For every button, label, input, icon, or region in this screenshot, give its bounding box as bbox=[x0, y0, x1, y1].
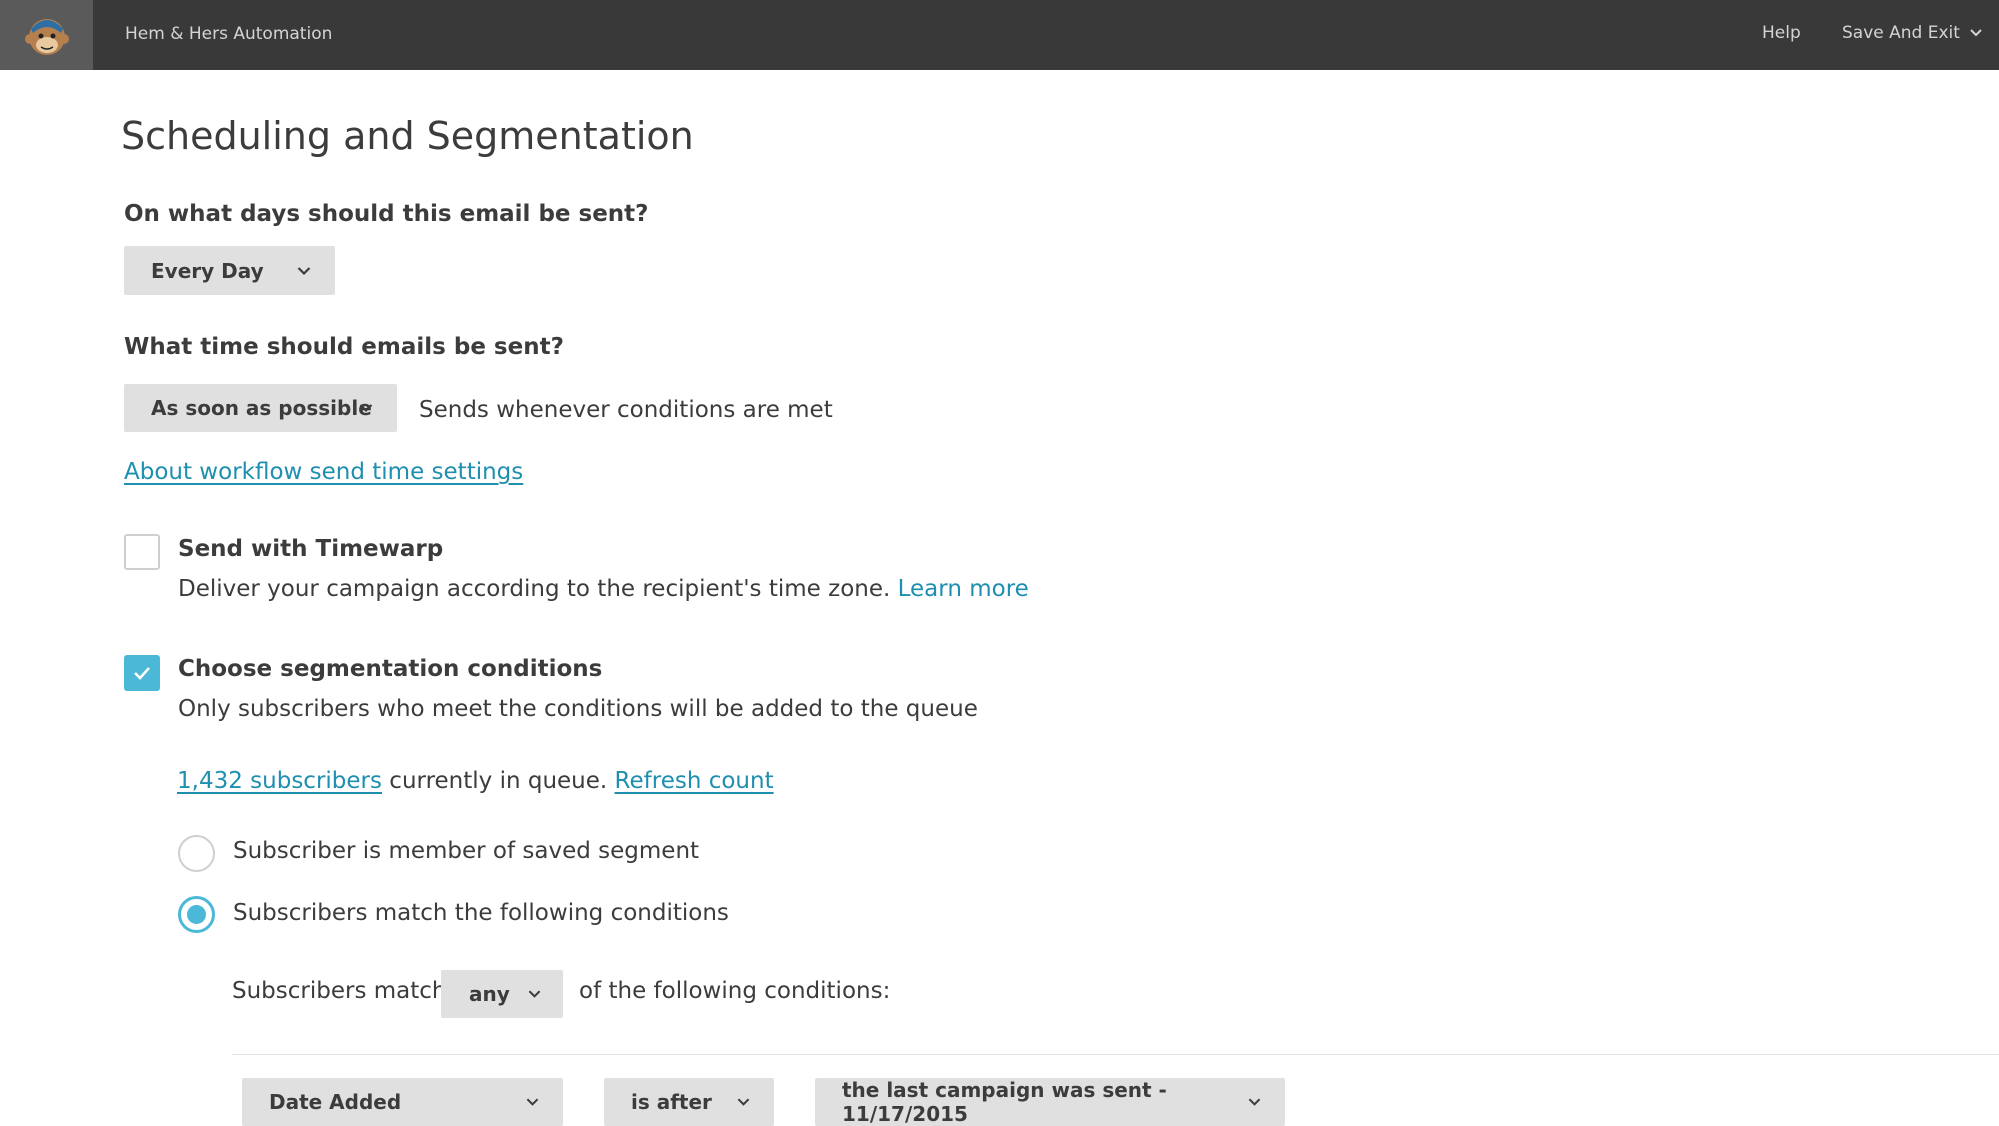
time-description: Sends whenever conditions are met bbox=[419, 397, 833, 423]
chevron-down-icon bbox=[528, 990, 541, 998]
conditions-divider bbox=[232, 1054, 1999, 1055]
refresh-count-link[interactable]: Refresh count bbox=[615, 768, 774, 794]
timewarp-description-row: Deliver your campaign according to the r… bbox=[178, 576, 1029, 602]
timewarp-description: Deliver your campaign according to the r… bbox=[178, 576, 891, 602]
segmentation-checkbox[interactable] bbox=[124, 655, 160, 691]
saved-segment-radio[interactable] bbox=[178, 835, 215, 872]
chevron-down-icon bbox=[526, 1098, 539, 1106]
learn-more-link[interactable]: Learn more bbox=[898, 576, 1029, 602]
time-question-label: What time should emails be sent? bbox=[124, 334, 564, 360]
time-select[interactable]: As soon as possible bbox=[124, 384, 397, 432]
about-send-time-link[interactable]: About workflow send time settings bbox=[124, 459, 523, 485]
segmentation-label: Choose segmentation conditions bbox=[178, 656, 603, 682]
chevron-down-icon bbox=[737, 1098, 750, 1106]
match-prefix-text: Subscribers match bbox=[232, 978, 447, 1004]
queue-count-row: 1,432 subscribers currently in queue. Re… bbox=[177, 768, 774, 794]
chevron-down-icon bbox=[297, 266, 311, 275]
segmentation-description: Only subscribers who meet the conditions… bbox=[178, 696, 978, 722]
days-select-value: Every Day bbox=[151, 258, 264, 283]
checkmark-icon bbox=[134, 667, 150, 680]
queue-text: currently in queue. bbox=[389, 768, 608, 794]
condition-field-value: Date Added bbox=[269, 1090, 402, 1114]
save-and-exit-menu[interactable]: Save And Exit bbox=[1842, 23, 1982, 43]
chevron-down-icon bbox=[359, 404, 373, 413]
days-select[interactable]: Every Day bbox=[124, 246, 335, 295]
radio-selected-dot bbox=[187, 905, 206, 924]
chevron-down-icon bbox=[1970, 29, 1982, 37]
match-type-select[interactable]: any bbox=[441, 970, 563, 1018]
app-title: Hem & Hers Automation bbox=[125, 24, 333, 44]
match-type-value: any bbox=[469, 982, 510, 1006]
page-title: Scheduling and Segmentation bbox=[121, 114, 694, 158]
top-navigation-bar: Hem & Hers Automation Help Save And Exit bbox=[0, 0, 1999, 70]
save-and-exit-label: Save And Exit bbox=[1842, 23, 1960, 43]
subscriber-count-link[interactable]: 1,432 subscribers bbox=[177, 768, 382, 794]
match-conditions-label: Subscribers match the following conditio… bbox=[233, 900, 729, 926]
timewarp-label: Send with Timewarp bbox=[178, 536, 444, 562]
match-conditions-radio[interactable] bbox=[178, 896, 215, 933]
days-question-label: On what days should this email be sent? bbox=[124, 201, 649, 227]
match-suffix-text: of the following conditions: bbox=[579, 978, 891, 1004]
saved-segment-label: Subscriber is member of saved segment bbox=[233, 838, 700, 864]
timewarp-checkbox[interactable] bbox=[124, 534, 160, 570]
help-link[interactable]: Help bbox=[1762, 23, 1801, 43]
chevron-down-icon bbox=[1248, 1098, 1261, 1106]
mailchimp-logo-icon[interactable] bbox=[0, 0, 93, 70]
condition-operator-value: is after bbox=[631, 1090, 712, 1114]
time-select-value: As soon as possible bbox=[151, 396, 372, 420]
